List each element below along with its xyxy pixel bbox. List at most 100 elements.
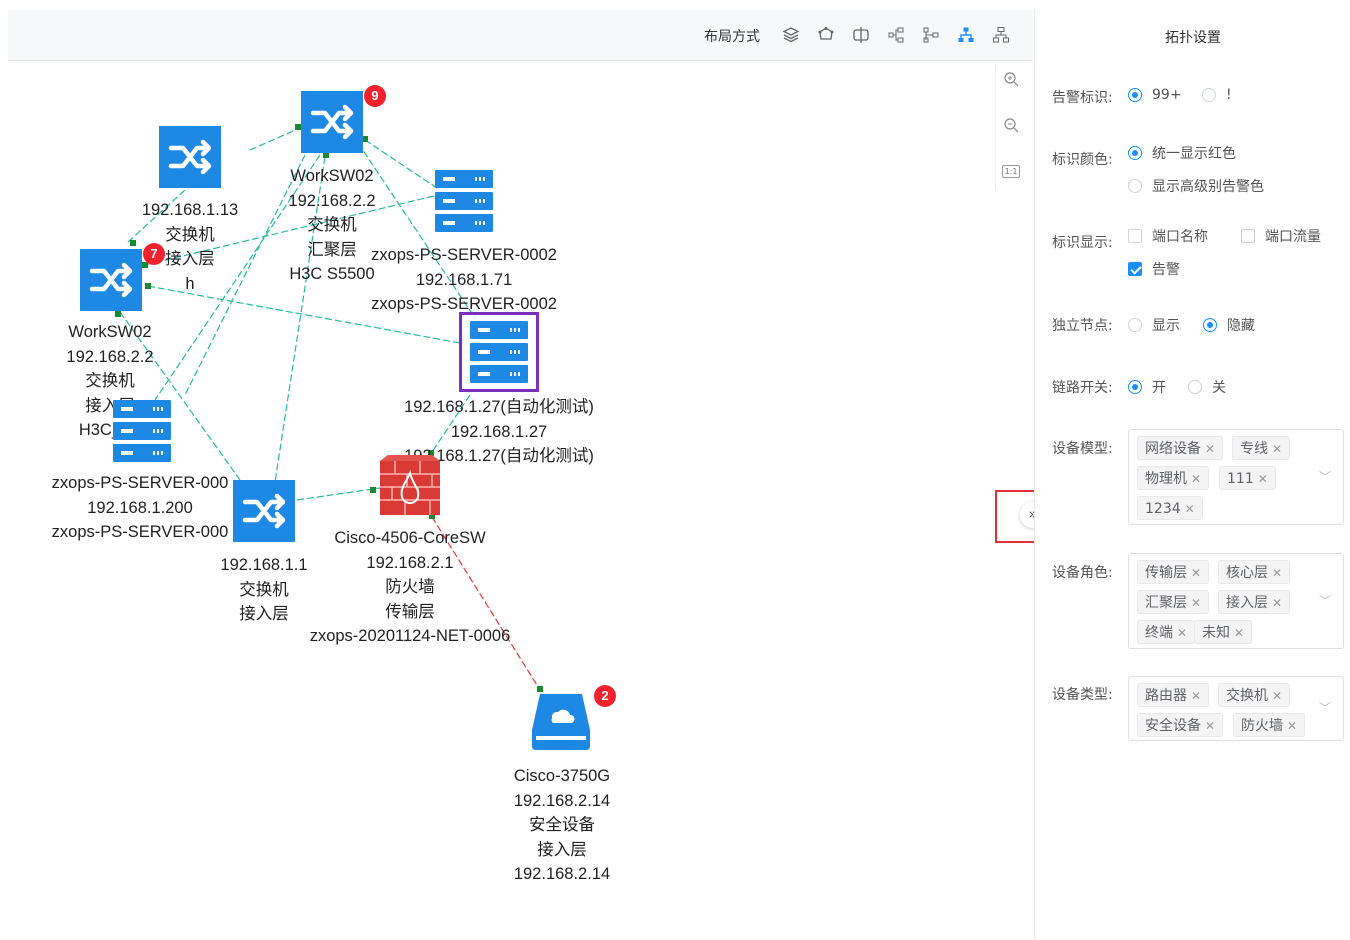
device-model-select[interactable]: 网络设备 ✕ 专线 ✕ 物理机 ✕ 111 ✕ 1234 ✕ ﹀ — [1128, 429, 1344, 525]
radio-icon — [1203, 318, 1217, 332]
radio-icon — [1128, 380, 1142, 394]
switch-node[interactable] — [80, 249, 142, 311]
close-icon[interactable]: ✕ — [1272, 442, 1282, 456]
alarm-badge: 7 — [143, 243, 165, 265]
isolated-node-label: 独立节点: — [1052, 318, 1113, 334]
close-icon[interactable]: ✕ — [1191, 566, 1201, 580]
radio-icon — [1188, 380, 1202, 394]
tag: 路由器 ✕ — [1137, 683, 1210, 707]
port-marker — [115, 311, 121, 317]
link-switch-off[interactable]: 关 — [1188, 377, 1226, 397]
node-name: WorkSW02 — [290, 167, 374, 185]
switch-node[interactable] — [301, 91, 363, 153]
isolated-option-hide[interactable]: 隐藏 — [1203, 315, 1255, 335]
close-icon[interactable]: ✕ — [1191, 596, 1201, 610]
close-icon[interactable]: ✕ — [1258, 472, 1268, 486]
node-label: zxops-PS-SERVER-000 192.168.1.200 zxops-… — [40, 471, 240, 545]
node-ip: 192.168.1.71 — [415, 270, 513, 289]
node-ip: 192.168.1.27 — [450, 422, 548, 441]
tag: 交换机 ✕ — [1218, 683, 1291, 707]
device-model-label: 设备模型: — [1052, 441, 1113, 457]
switch-icon — [301, 91, 363, 153]
link-switch-label: 链路开关: — [1052, 380, 1113, 396]
mark-display-alarm[interactable]: 告警 — [1128, 259, 1180, 279]
node-label: Cisco-3750G 192.168.2.14 安全设备 接入层 192.16… — [492, 764, 632, 887]
node-name: zxops-PS-SERVER-000 — [51, 474, 229, 492]
close-icon[interactable]: ✕ — [1272, 596, 1282, 610]
radio-icon — [1128, 179, 1142, 193]
chevron-down-icon: ﹀ — [1318, 594, 1331, 608]
server-node[interactable] — [435, 170, 493, 232]
node-label: zxops-PS-SERVER-0002 192.168.1.71 zxops-… — [354, 243, 574, 317]
tag: 物理机 ✕ — [1137, 466, 1210, 490]
option-label: 统一显示红色 — [1152, 146, 1236, 162]
alarm-mark-label: 告警标识: — [1052, 90, 1113, 106]
close-icon[interactable]: ✕ — [1205, 719, 1215, 733]
mark-display-port-traffic[interactable]: 端口流量 — [1241, 226, 1321, 246]
firewall-node[interactable] — [380, 455, 440, 515]
close-icon[interactable]: ✕ — [1234, 626, 1244, 640]
tag: 终端 ✕ — [1137, 620, 1196, 644]
node-ip: 192.168.1.13 — [141, 201, 239, 219]
port-marker — [370, 487, 376, 493]
option-label: 隐藏 — [1227, 318, 1255, 334]
node-alias: zxops-20201124-NET-0006 — [309, 627, 511, 645]
node-type: 交换机 — [85, 372, 135, 390]
node-type: 交换机 — [165, 225, 215, 244]
close-icon[interactable]: ✕ — [1205, 442, 1215, 456]
node-type: 交换机 — [307, 216, 357, 234]
link-switch-on[interactable]: 开 — [1128, 377, 1166, 397]
device-type-select[interactable]: 路由器 ✕ 交换机 ✕ 安全设备 ✕ 防火墙 ✕ ﹀ — [1128, 676, 1344, 741]
switch-icon — [159, 126, 221, 188]
device-type-label: 设备类型: — [1052, 687, 1113, 703]
node-name: Cisco-3750G — [513, 767, 611, 785]
server-icon — [470, 321, 528, 383]
close-icon[interactable]: ✕ — [1177, 626, 1187, 640]
mark-display-label: 标识显示: — [1052, 235, 1113, 251]
storage-node[interactable] — [530, 690, 592, 752]
isolated-option-show[interactable]: 显示 — [1128, 315, 1180, 335]
switch-icon — [233, 480, 295, 542]
mark-color-label: 标识颜色: — [1052, 152, 1113, 168]
switch-icon — [80, 249, 142, 311]
server-node[interactable] — [113, 400, 171, 462]
mark-color-option-red[interactable]: 统一显示红色 — [1128, 143, 1236, 163]
node-alias: zxops-PS-SERVER-000 — [51, 523, 229, 541]
node-name: WorkSW02 — [68, 323, 152, 341]
tag: 传输层 ✕ — [1137, 560, 1210, 584]
node-label: Cisco-4506-CoreSW 192.168.2.1 防火墙 传输层 zx… — [290, 526, 530, 649]
switch-node[interactable] — [233, 480, 295, 542]
device-role-select[interactable]: 传输层 ✕ 核心层 ✕ 汇聚层 ✕ 接入层 ✕ 终端 ✕ 未知 ✕ ﹀ — [1128, 553, 1344, 649]
close-icon[interactable]: ✕ — [1272, 689, 1282, 703]
tag: 专线 ✕ — [1232, 436, 1291, 460]
alarm-mark-option-count[interactable]: 99+ — [1128, 87, 1182, 103]
option-label: 告警 — [1152, 262, 1180, 278]
mark-color-option-level[interactable]: 显示高级别告警色 — [1128, 176, 1264, 196]
alarm-badge: 2 — [594, 685, 616, 707]
tag: 接入层 ✕ — [1218, 590, 1291, 614]
mark-display-port-name[interactable]: 端口名称 — [1128, 226, 1208, 246]
server-icon — [435, 170, 493, 232]
close-icon[interactable]: ✕ — [1185, 502, 1195, 516]
node-role: 接入层 — [537, 840, 587, 859]
node-ip: 192.168.2.2 — [66, 347, 154, 366]
close-icon[interactable]: ✕ — [1287, 719, 1297, 733]
option-label: 显示高级别告警色 — [1152, 179, 1264, 195]
chevron-down-icon: ﹀ — [1318, 470, 1331, 484]
alarm-badge: 9 — [364, 85, 386, 107]
node-name: 192.168.1.27(自动化测试) — [404, 398, 594, 416]
tag: 未知 ✕ — [1194, 620, 1253, 644]
radio-icon — [1202, 88, 1216, 102]
option-label: 端口名称 — [1152, 229, 1208, 245]
close-icon[interactable]: ✕ — [1272, 566, 1282, 580]
alarm-mark-option-exclaim[interactable]: ! — [1202, 87, 1232, 103]
radio-icon — [1128, 146, 1142, 160]
option-label: 开 — [1152, 380, 1166, 396]
tag: 1234 ✕ — [1137, 496, 1203, 520]
option-label: 端口流量 — [1265, 229, 1321, 245]
close-icon[interactable]: ✕ — [1191, 689, 1201, 703]
server-node-selected[interactable] — [459, 312, 539, 392]
switch-node[interactable] — [159, 126, 221, 188]
close-icon[interactable]: ✕ — [1191, 472, 1201, 486]
link — [249, 127, 301, 151]
